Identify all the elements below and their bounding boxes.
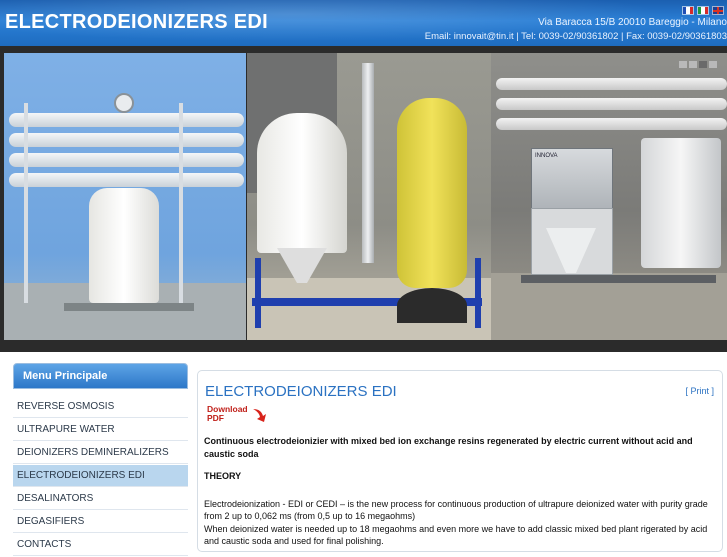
slider-pagination xyxy=(679,61,717,68)
slide-1-dot[interactable] xyxy=(679,61,687,68)
lead-paragraph: Continuous electrodeionizier with mixed … xyxy=(204,436,693,459)
product-banner: INNOVA xyxy=(4,53,727,340)
print-link[interactable]: [ Print ] xyxy=(685,386,714,396)
site-header: ELECTRODEIONIZERS EDI Via Baracca 15/B 2… xyxy=(0,0,727,46)
sidebar-item-desalinators[interactable]: DESALINATORS xyxy=(13,488,188,510)
sidebar-item-reverse-osmosis[interactable]: REVERSE OSMOSIS xyxy=(13,396,188,418)
pdf-label: PDF xyxy=(207,413,224,423)
site-title[interactable]: ELECTRODEIONIZERS EDI xyxy=(5,11,268,34)
paragraph-1: Electrodeionization - EDI or CEDI – is t… xyxy=(204,498,708,522)
download-pdf-button[interactable]: Download PDF xyxy=(205,404,269,426)
sidebar-item-contacts[interactable]: CONTACTS xyxy=(13,534,188,556)
uk-flag-icon[interactable] xyxy=(712,6,724,15)
contact-info: Email: innovait@tin.it | Tel: 0039-02/90… xyxy=(424,31,727,42)
main-content: ELECTRODEIONIZERS EDI [ Print ] Download… xyxy=(197,370,723,552)
slide-2-dot[interactable] xyxy=(689,61,697,68)
main-menu: REVERSE OSMOSIS ULTRAPURE WATER DEIONIZE… xyxy=(13,396,188,556)
sidebar-item-ultrapure-water[interactable]: ULTRAPURE WATER xyxy=(13,419,188,441)
banner-image-deionizer xyxy=(247,53,491,340)
company-address: Via Baracca 15/B 20010 Bareggio - Milano xyxy=(538,17,727,28)
sidebar: Menu Principale REVERSE OSMOSIS ULTRAPUR… xyxy=(13,363,188,557)
french-flag-icon[interactable] xyxy=(682,6,694,15)
paragraph-2: When deionized water is needed up to 18 … xyxy=(204,523,708,547)
section-heading-theory: THEORY xyxy=(204,471,242,481)
innova-plate: INNOVA xyxy=(535,153,558,159)
language-selector xyxy=(682,6,724,15)
italian-flag-icon[interactable] xyxy=(697,6,709,15)
slide-3-dot[interactable] xyxy=(699,61,707,68)
sidebar-item-degasifiers[interactable]: DEGASIFIERS xyxy=(13,511,188,533)
article-body: Continuous electrodeionizier with mixed … xyxy=(204,435,714,548)
page-title: ELECTRODEIONIZERS EDI xyxy=(205,383,397,400)
banner-image-edi-skid: INNOVA xyxy=(491,53,727,340)
download-arrow-icon xyxy=(253,409,266,422)
banner-image-reverse-osmosis xyxy=(4,53,246,340)
sidebar-item-deionizers[interactable]: DEIONIZERS DEMINERALIZERS xyxy=(13,442,188,464)
sidebar-item-electrodeionizers[interactable]: ELECTRODEIONIZERS EDI xyxy=(13,465,188,487)
sidebar-heading: Menu Principale xyxy=(13,363,188,389)
slide-4-dot[interactable] xyxy=(709,61,717,68)
download-pdf-label: Download PDF xyxy=(207,405,248,423)
